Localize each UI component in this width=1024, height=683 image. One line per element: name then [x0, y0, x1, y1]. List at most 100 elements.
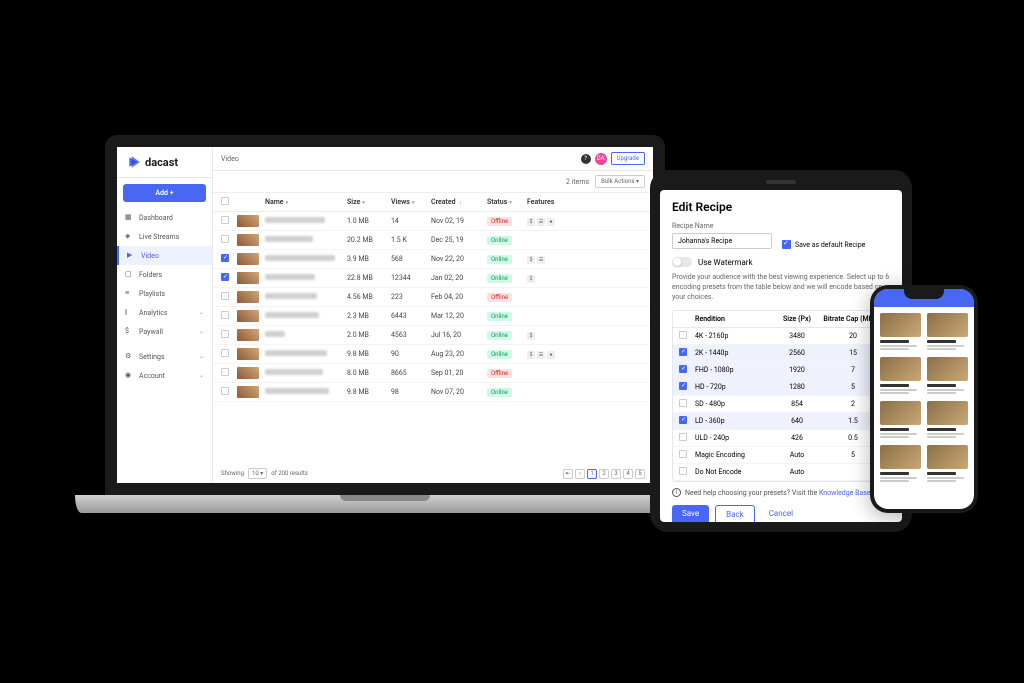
sidebar-item-paywall[interactable]: $Paywall⌄	[117, 322, 212, 341]
rendition-row[interactable]: Magic Encoding Auto 5	[673, 447, 889, 464]
column-created[interactable]: Created ↓	[431, 198, 487, 206]
page-number[interactable]: 4	[623, 469, 633, 479]
sidebar-item-settings[interactable]: ⚙Settings⌄	[117, 347, 212, 366]
sidebar-item-analytics[interactable]: ⫾Analytics⌄	[117, 303, 212, 322]
rendition-row[interactable]: 4K - 2160p 3480 20	[673, 328, 889, 345]
phone-card[interactable]	[927, 313, 968, 351]
column-size[interactable]: Size▾	[347, 198, 391, 206]
help-icon[interactable]: ?	[581, 154, 591, 164]
table-row[interactable]: 2.3 MB 6443 Mar 12, 20 Online	[213, 307, 653, 326]
table-row[interactable]: 4.56 MB 223 Feb 04, 20 Offline	[213, 288, 653, 307]
page-prev[interactable]: ‹	[575, 469, 585, 479]
sidebar-item-account[interactable]: ◉Account⌄	[117, 366, 212, 385]
column-views[interactable]: Views▾	[391, 198, 431, 206]
phone-card[interactable]	[880, 401, 921, 439]
column-name[interactable]: Name▾	[265, 198, 347, 206]
rendition-checkbox[interactable]	[679, 382, 687, 390]
rendition-checkbox[interactable]	[679, 399, 687, 407]
rendition-checkbox[interactable]	[679, 416, 687, 424]
sidebar-item-folders[interactable]: ▢Folders	[117, 265, 212, 284]
bulk-actions-button[interactable]: Bulk Actions ▾	[595, 175, 645, 188]
row-checkbox[interactable]	[221, 368, 229, 376]
card-text	[880, 480, 909, 482]
recipe-name-input[interactable]	[672, 233, 772, 249]
page-number[interactable]: 1	[587, 469, 597, 479]
card-title	[880, 384, 909, 387]
status-badge: Online	[487, 350, 512, 359]
phone-card[interactable]	[927, 357, 968, 395]
page-prev[interactable]: ⇤	[563, 469, 573, 479]
table-row[interactable]: 22.8 MB 12344 Jan 02, 20 Online $	[213, 269, 653, 288]
row-checkbox[interactable]	[221, 330, 229, 338]
rendition-row[interactable]: ULD - 240p 426 0.5	[673, 430, 889, 447]
phone-card[interactable]	[880, 445, 921, 483]
per-page-select[interactable]: 10 ▾	[248, 468, 267, 479]
folder-icon: ▢	[125, 270, 134, 279]
card-title	[880, 340, 909, 343]
rendition-name: Magic Encoding	[695, 451, 771, 459]
sidebar-item-playlists[interactable]: ≡Playlists	[117, 284, 212, 303]
cell-views: 4563	[391, 331, 431, 339]
row-checkbox[interactable]	[221, 349, 229, 357]
table-row[interactable]: 9.8 MB 90 Aug 23, 20 Online $☰●	[213, 345, 653, 364]
sidebar-item-live-streams[interactable]: ◈Live Streams	[117, 227, 212, 246]
page-number[interactable]: 2	[599, 469, 609, 479]
rendition-row[interactable]: HD - 720p 1280 5	[673, 379, 889, 396]
column-status[interactable]: Status▾	[487, 198, 527, 206]
rendition-row[interactable]: 2K - 1440p 2560 15	[673, 345, 889, 362]
sidebar-item-dashboard[interactable]: ▦Dashboard	[117, 208, 212, 227]
cell-size: 2.0 MB	[347, 331, 391, 339]
watermark-toggle[interactable]	[672, 257, 692, 267]
table-row[interactable]: 20.2 MB 1.5 K Dec 25, 19 Online	[213, 231, 653, 250]
row-checkbox[interactable]	[221, 216, 229, 224]
table-row[interactable]: 3.9 MB 568 Nov 22, 20 Online $☰	[213, 250, 653, 269]
cell-features: $☰●	[527, 217, 567, 226]
card-text	[880, 477, 917, 479]
rendition-checkbox[interactable]	[679, 348, 687, 356]
save-default-checkbox[interactable]: Save as default Recipe	[782, 240, 865, 249]
rendition-checkbox[interactable]	[679, 365, 687, 373]
card-text	[927, 480, 956, 482]
card-text	[927, 433, 964, 435]
page-number[interactable]: 3	[611, 469, 621, 479]
row-checkbox[interactable]	[221, 387, 229, 395]
row-checkbox[interactable]	[221, 292, 229, 300]
rendition-row[interactable]: FHD - 1080p 1920 7	[673, 362, 889, 379]
rendition-size: 1920	[771, 366, 823, 374]
page-title: Edit Recipe	[672, 200, 890, 214]
feature-icon: ☰	[537, 218, 545, 226]
row-checkbox[interactable]	[221, 235, 229, 243]
rendition-row[interactable]: LD - 360p 640 1.5	[673, 413, 889, 430]
table-row[interactable]: 9.8 MB 98 Nov 07, 20 Online	[213, 383, 653, 402]
bars-icon: ⫾	[125, 308, 134, 317]
video-thumbnail	[237, 215, 259, 227]
row-checkbox[interactable]	[221, 254, 229, 262]
back-button[interactable]: Back	[715, 505, 755, 522]
card-title	[927, 428, 956, 431]
rendition-checkbox[interactable]	[679, 467, 687, 475]
save-button[interactable]: Save	[672, 505, 709, 522]
knowledge-base-link[interactable]: Knowledge Base	[819, 489, 871, 497]
rendition-checkbox[interactable]	[679, 450, 687, 458]
phone-card[interactable]	[927, 445, 968, 483]
phone-card[interactable]	[927, 401, 968, 439]
cell-created: Jul 16, 20	[431, 331, 487, 339]
upgrade-button[interactable]: Upgrade	[611, 152, 645, 165]
row-checkbox[interactable]	[221, 273, 229, 281]
select-all-checkbox[interactable]	[221, 197, 229, 205]
table-row[interactable]: 8.0 MB 8665 Sep 01, 20 Offline	[213, 364, 653, 383]
phone-card[interactable]	[880, 357, 921, 395]
rendition-row[interactable]: Do Not Encode Auto	[673, 464, 889, 481]
rendition-row[interactable]: SD - 480p 854 2	[673, 396, 889, 413]
phone-card[interactable]	[880, 313, 921, 351]
rendition-checkbox[interactable]	[679, 331, 687, 339]
add-button[interactable]: Add +	[123, 184, 206, 202]
cancel-button[interactable]: Cancel	[761, 505, 801, 522]
table-row[interactable]: 2.0 MB 4563 Jul 16, 20 Online $	[213, 326, 653, 345]
table-row[interactable]: 1.0 MB 14 Nov 02, 19 Offline $☰●	[213, 212, 653, 231]
avatar[interactable]: DA	[595, 153, 607, 165]
page-number[interactable]: 5	[635, 469, 645, 479]
rendition-checkbox[interactable]	[679, 433, 687, 441]
sidebar-item-video[interactable]: ▶Video	[117, 246, 212, 265]
row-checkbox[interactable]	[221, 311, 229, 319]
